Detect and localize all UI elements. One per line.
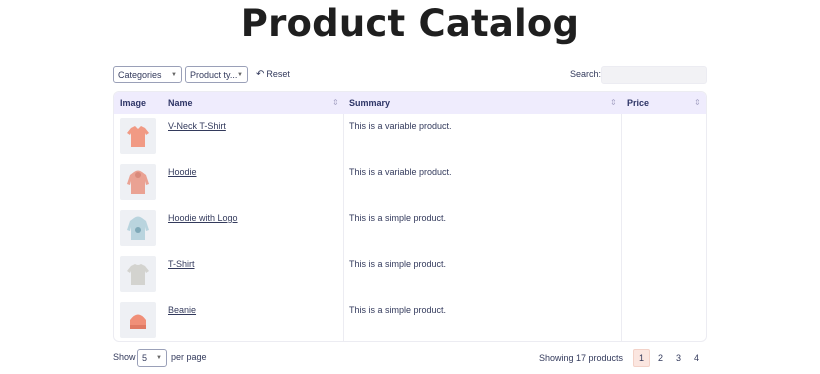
- chevron-down-icon: ▼: [156, 355, 162, 361]
- table-row: Hoodie This is a variable product.: [114, 160, 706, 206]
- product-name-link[interactable]: Hoodie with Logo: [168, 213, 238, 223]
- chevron-down-icon: ▼: [171, 72, 177, 78]
- chevron-down-icon: ▼: [237, 72, 243, 78]
- column-header-summary[interactable]: Summary: [349, 92, 390, 114]
- table-row: V-Neck T-Shirt This is a variable produc…: [114, 114, 706, 160]
- hoodie-icon[interactable]: [120, 164, 156, 200]
- per-page-value: 5: [142, 353, 148, 363]
- product-summary: This is a variable product.: [349, 121, 452, 131]
- product-summary: This is a simple product.: [349, 305, 447, 315]
- categories-select-label: Categories: [118, 70, 162, 80]
- column-header-name[interactable]: Name: [168, 92, 193, 114]
- table-row: Hoodie with Logo This is a simple produc…: [114, 206, 706, 252]
- table-row: T-Shirt This is a simple product.: [114, 252, 706, 298]
- categories-select[interactable]: Categories ▼: [113, 66, 182, 83]
- page-button-4[interactable]: 4: [688, 349, 705, 367]
- product-type-select-label: Product ty...: [190, 70, 238, 80]
- search-label: Search:: [570, 69, 602, 79]
- product-table: Image Name ⇕ Summary ⇕ Price ⇕ V-Neck T-…: [113, 91, 707, 342]
- search-input[interactable]: [601, 66, 707, 84]
- page-title: Product Catalog: [240, 2, 580, 45]
- product-name-link[interactable]: Beanie: [168, 305, 196, 315]
- product-name-link[interactable]: Hoodie: [168, 167, 197, 177]
- filter-bar: Categories ▼ Product ty... ▼ ↶ Reset Sear…: [113, 66, 707, 84]
- product-summary: This is a variable product.: [349, 167, 452, 177]
- beanie-icon[interactable]: [120, 302, 156, 338]
- sort-icon[interactable]: ⇕: [694, 92, 701, 114]
- per-page-select[interactable]: 5 ▼: [137, 349, 167, 367]
- product-name-link[interactable]: V-Neck T-Shirt: [168, 121, 226, 131]
- column-header-price[interactable]: Price: [627, 92, 649, 114]
- page-button-2[interactable]: 2: [652, 349, 669, 367]
- column-header-image: Image: [120, 98, 147, 108]
- page-button-3[interactable]: 3: [670, 349, 687, 367]
- tshirt-icon[interactable]: [120, 256, 156, 292]
- sort-icon[interactable]: ⇕: [610, 92, 617, 114]
- hoodie-logo-icon[interactable]: [120, 210, 156, 246]
- product-summary: This is a simple product.: [349, 259, 447, 269]
- product-summary: This is a simple product.: [349, 213, 447, 223]
- results-count: Showing 17 products: [539, 353, 624, 363]
- product-type-select[interactable]: Product ty... ▼: [185, 66, 248, 83]
- per-page-label: per page: [171, 352, 207, 362]
- table-row: Beanie This is a simple product.: [114, 298, 706, 341]
- product-name-link[interactable]: T-Shirt: [168, 259, 195, 269]
- reset-button[interactable]: ↶ Reset: [256, 66, 290, 83]
- undo-icon: ↶: [256, 69, 265, 80]
- page-button-1[interactable]: 1: [633, 349, 650, 367]
- show-label: Show: [113, 352, 136, 362]
- vneck-tshirt-icon[interactable]: [120, 118, 156, 154]
- sort-icon[interactable]: ⇕: [332, 92, 339, 114]
- reset-label: Reset: [266, 69, 290, 79]
- table-header: Image Name ⇕ Summary ⇕ Price ⇕: [114, 92, 706, 114]
- pagination-bar: Show 5 ▼ per page Showing 17 products 1 …: [113, 349, 707, 367]
